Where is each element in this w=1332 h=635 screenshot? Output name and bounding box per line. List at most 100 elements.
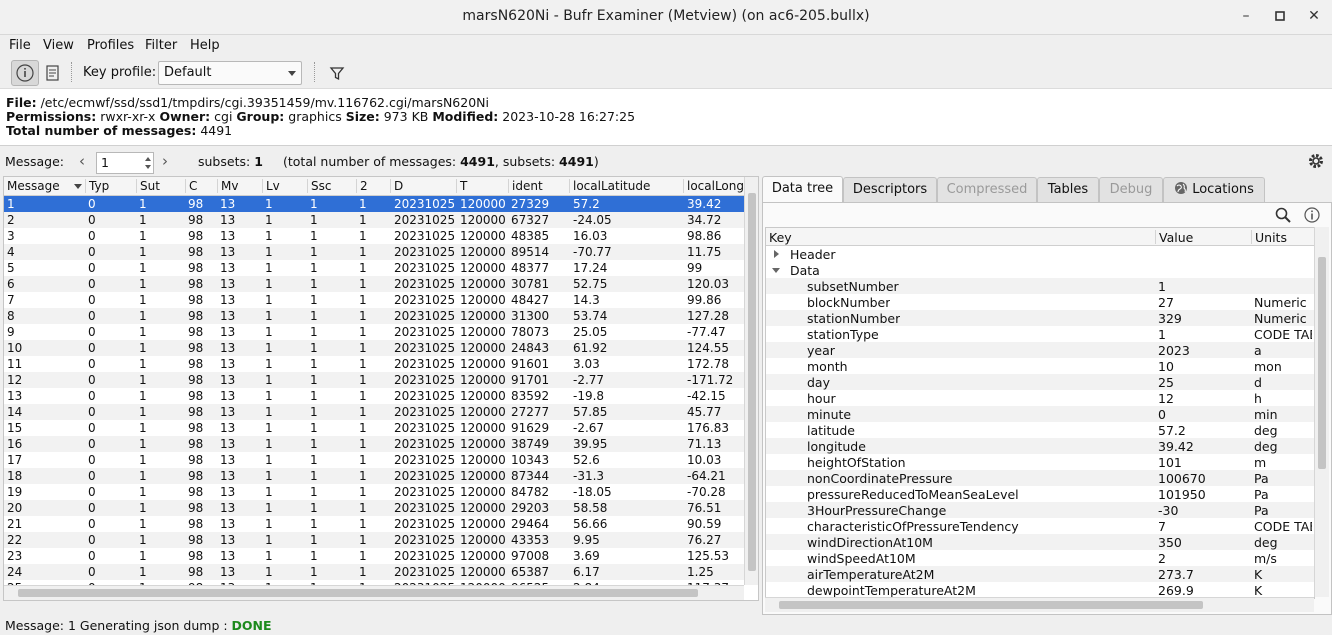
search-icon[interactable] [1274, 206, 1292, 227]
tree-group-data[interactable]: Data [766, 262, 1314, 278]
menu-view[interactable]: View [43, 38, 74, 53]
info-icon[interactable] [1303, 206, 1321, 227]
scrollbar-thumb[interactable] [1318, 257, 1326, 469]
tab-tables[interactable]: Tables [1037, 177, 1099, 202]
table-row[interactable]: 4 0 1 98 13 1 1 1 20231025 120000 89514 -70.77 11.75 [4, 244, 744, 260]
column-header[interactable]: localLong [683, 179, 744, 193]
table-row[interactable]: 3 0 1 98 13 1 1 1 20231025 120000 48385 16.03 98.86 [4, 228, 744, 244]
table-row[interactable]: 22 0 1 98 13 1 1 1 20231025 120000 43353 9.95 76.27 [4, 532, 744, 548]
table-row[interactable]: 19 0 1 98 13 1 1 1 20231025 120000 84782 -18.05 -70.… [4, 484, 744, 500]
table-cell: 7 [7, 293, 15, 307]
tree-row[interactable]: longitude 39.42 deg [766, 438, 1314, 454]
tree-row[interactable]: latitude 57.2 deg [766, 422, 1314, 438]
tree-row[interactable]: year 2023 a [766, 342, 1314, 358]
expand-arrow-icon[interactable] [774, 250, 779, 258]
column-header[interactable]: D [390, 179, 403, 193]
tree-vertical-scrollbar[interactable] [1314, 227, 1329, 597]
spin-up-icon[interactable] [145, 157, 151, 161]
tree-row[interactable]: pressureReducedToMeanSeaLevel 101950 Pa [766, 486, 1314, 502]
table-row[interactable]: 8 0 1 98 13 1 1 1 20231025 120000 31300 53.74 127.28 [4, 308, 744, 324]
table-row[interactable]: 10 0 1 98 13 1 1 1 20231025 120000 24843 61.92 124.5… [4, 340, 744, 356]
tab-compressed[interactable]: Compressed [937, 177, 1037, 202]
column-header-units[interactable]: Units [1251, 230, 1287, 245]
sort-down-icon[interactable] [74, 184, 82, 189]
table-row[interactable]: 1 0 1 98 13 1 1 1 20231025 120000 27329 57.2 39.42 [4, 196, 744, 212]
table-row[interactable]: 9 0 1 98 13 1 1 1 20231025 120000 78073 25.05 -77.47 [4, 324, 744, 340]
menu-help[interactable]: Help [190, 38, 220, 53]
spin-down-icon[interactable] [145, 165, 151, 169]
table-row[interactable]: 12 0 1 98 13 1 1 1 20231025 120000 91701 -2.77 -171.… [4, 372, 744, 388]
tree-row[interactable]: stationNumber 329 Numeric [766, 310, 1314, 326]
menu-profiles[interactable]: Profiles [87, 38, 134, 53]
tree-horizontal-scrollbar[interactable] [765, 597, 1314, 612]
table-row[interactable]: 15 0 1 98 13 1 1 1 20231025 120000 91629 -2.67 176.8… [4, 420, 744, 436]
table-row[interactable]: 23 0 1 98 13 1 1 1 20231025 120000 97008 3.69 125.53 [4, 548, 744, 564]
messages-vertical-scrollbar[interactable] [744, 177, 758, 585]
table-row[interactable]: 18 0 1 98 13 1 1 1 20231025 120000 87344 -31.3 -64.2… [4, 468, 744, 484]
table-row[interactable]: 20 0 1 98 13 1 1 1 20231025 120000 29203 58.58 76.51 [4, 500, 744, 516]
messages-horizontal-scrollbar[interactable] [4, 585, 744, 600]
column-header[interactable]: T [456, 179, 467, 193]
collapse-arrow-icon[interactable] [772, 268, 780, 273]
tree-row[interactable]: heightOfStation 101 m [766, 454, 1314, 470]
column-header[interactable]: Sut [136, 179, 160, 193]
tree-row[interactable]: characteristicOfPressureTendency 7 CODE TA… [766, 518, 1314, 534]
minimize-icon[interactable]: – [1236, 8, 1256, 26]
column-header[interactable]: localLatitude [569, 179, 650, 193]
tree-row[interactable]: windDirectionAt10M 350 deg [766, 534, 1314, 550]
table-row[interactable]: 14 0 1 98 13 1 1 1 20231025 120000 27277 57.85 45.77 [4, 404, 744, 420]
table-row[interactable]: 7 0 1 98 13 1 1 1 20231025 120000 48427 14.3 99.86 [4, 292, 744, 308]
table-row[interactable]: 17 0 1 98 13 1 1 1 20231025 120000 10343 52.6 10.03 [4, 452, 744, 468]
menu-file[interactable]: File [9, 38, 31, 53]
settings-gear-icon[interactable] [1307, 152, 1325, 173]
tree-group-header[interactable]: Header [766, 246, 1314, 262]
table-row[interactable]: 16 0 1 98 13 1 1 1 20231025 120000 38749 39.95 71.13 [4, 436, 744, 452]
table-row[interactable]: 21 0 1 98 13 1 1 1 20231025 120000 29464 56.66 90.59 [4, 516, 744, 532]
tree-row[interactable]: day 25 d [766, 374, 1314, 390]
close-icon[interactable]: ✕ [1304, 8, 1324, 26]
next-message-icon[interactable]: › [162, 152, 168, 170]
column-header[interactable]: Typ [85, 179, 109, 193]
column-header-value[interactable]: Value [1155, 230, 1193, 245]
table-row[interactable]: 2 0 1 98 13 1 1 1 20231025 120000 67327 -24.05 34.72 [4, 212, 744, 228]
tree-row[interactable]: dewpointTemperatureAt2M 269.9 K [766, 582, 1314, 598]
tab-locations[interactable]: Locations [1163, 177, 1265, 202]
message-spinbox[interactable]: 1 [96, 152, 154, 174]
tree-row[interactable]: windSpeedAt10M 2 m/s [766, 550, 1314, 566]
tree-row[interactable]: stationType 1 CODE TAB [766, 326, 1314, 342]
filter-button[interactable] [323, 60, 351, 86]
info-toggle-button[interactable] [11, 60, 39, 86]
column-header[interactable]: Ssc [307, 179, 331, 193]
tab-debug[interactable]: Debug [1099, 177, 1163, 202]
prev-message-icon[interactable]: ‹ [79, 152, 85, 170]
column-header[interactable]: Message [4, 179, 60, 193]
tree-row[interactable]: airTemperatureAt2M 273.7 K [766, 566, 1314, 582]
scrollbar-thumb[interactable] [779, 601, 1203, 609]
tree-row[interactable]: 3HourPressureChange -30 Pa [766, 502, 1314, 518]
maximize-icon[interactable] [1270, 8, 1290, 26]
tree-row[interactable]: subsetNumber 1 [766, 278, 1314, 294]
column-header[interactable]: Mv [217, 179, 238, 193]
column-header-key[interactable]: Key [766, 230, 792, 245]
tree-row[interactable]: blockNumber 27 Numeric [766, 294, 1314, 310]
tab-descriptors[interactable]: Descriptors [843, 177, 937, 202]
menu-filter[interactable]: Filter [145, 38, 177, 53]
column-header[interactable]: Lv [262, 179, 280, 193]
tree-row[interactable]: minute 0 min [766, 406, 1314, 422]
table-row[interactable]: 24 0 1 98 13 1 1 1 20231025 120000 65387 6.17 1.25 [4, 564, 744, 580]
table-row[interactable]: 5 0 1 98 13 1 1 1 20231025 120000 48377 17.24 99 [4, 260, 744, 276]
scrollbar-thumb[interactable] [18, 589, 698, 597]
table-row[interactable]: 11 0 1 98 13 1 1 1 20231025 120000 91601 3.03 172.78 [4, 356, 744, 372]
column-header[interactable]: C [185, 179, 197, 193]
tab-data-tree[interactable]: Data tree [762, 176, 843, 203]
scrollbar-thumb[interactable] [748, 193, 756, 571]
column-header[interactable]: ident [508, 179, 543, 193]
key-profile-select[interactable]: Default [158, 61, 302, 85]
tree-row[interactable]: hour 12 h [766, 390, 1314, 406]
column-header[interactable]: 2 [356, 179, 368, 193]
tree-row[interactable]: nonCoordinatePressure 100670 Pa [766, 470, 1314, 486]
table-row[interactable]: 6 0 1 98 13 1 1 1 20231025 120000 30781 52.75 120.03 [4, 276, 744, 292]
tree-row[interactable]: month 10 mon [766, 358, 1314, 374]
document-button[interactable] [39, 60, 67, 86]
table-row[interactable]: 13 0 1 98 13 1 1 1 20231025 120000 83592 -19.8 -42.1… [4, 388, 744, 404]
